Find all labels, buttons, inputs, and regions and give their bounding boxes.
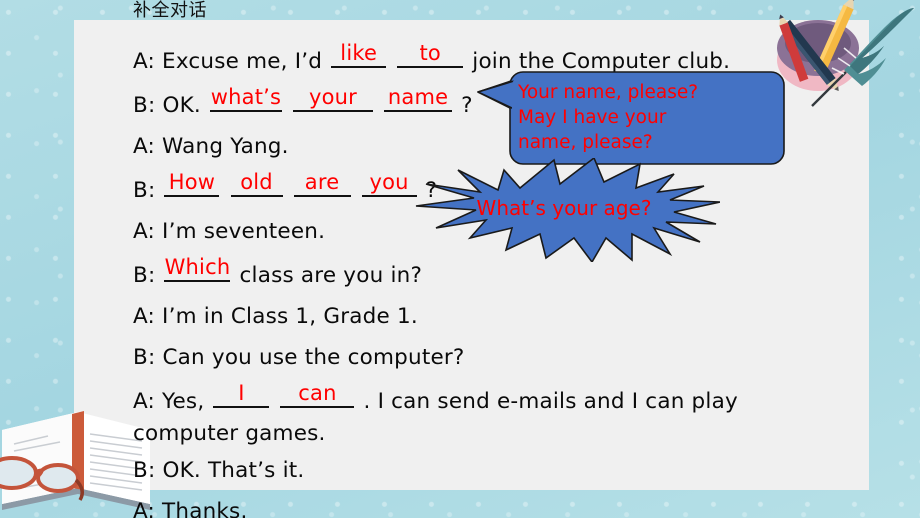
speaker-label: A: — [133, 389, 155, 414]
dialogue-line-7: A: I’m in Class 1, Grade 1. — [133, 296, 833, 337]
dialogue-line-8: B: Can you use the computer? — [133, 337, 833, 378]
callout-text: Your name, please? May I have your name,… — [518, 80, 780, 155]
answer-blank[interactable]: Which — [164, 252, 231, 282]
dialogue-line-10: B: OK. That’s it. — [133, 450, 833, 491]
callout-text: What’s your age? — [476, 196, 652, 220]
line-text-before: Excuse me, I’d — [162, 49, 323, 74]
speaker-label: A: — [133, 134, 155, 159]
answer-blank[interactable]: old — [230, 167, 283, 197]
callout-name-question[interactable]: Your name, please? May I have your name,… — [470, 70, 786, 166]
answer-text: like — [340, 41, 378, 65]
answer-blank[interactable]: are — [293, 167, 351, 197]
speaker-label: A: — [133, 499, 155, 518]
line-text-before: OK. — [162, 93, 201, 118]
answer-text: your — [309, 85, 358, 109]
answer-text: you — [369, 170, 409, 194]
answer-blank[interactable]: to — [397, 38, 464, 68]
page-title: 补全对话 — [133, 0, 207, 21]
speaker-label: B: — [133, 345, 156, 370]
answer-blank[interactable]: name — [384, 82, 453, 112]
answer-blank[interactable]: your — [293, 82, 374, 112]
speaker-label: A: — [133, 304, 155, 329]
answer-text: what’s — [210, 85, 282, 109]
line-text: OK. That’s it. — [162, 458, 305, 483]
line-text: Can you use the computer? — [162, 345, 465, 370]
slide-canvas: 补全对话 A: Excuse me, I’d like to join the … — [0, 0, 920, 518]
answer-text: How — [168, 170, 216, 194]
answer-blank[interactable]: what’s — [209, 82, 282, 112]
speaker-label: B: — [133, 263, 156, 288]
callout-line-1: Your name, please? — [518, 82, 699, 103]
dialogue-line-11: A: Thanks. — [133, 491, 833, 518]
line-text: I’m seventeen. — [162, 219, 326, 244]
callout-age-question[interactable]: What’s your age? — [408, 158, 720, 262]
answer-text: Which — [164, 255, 231, 279]
answer-text: are — [304, 170, 340, 194]
line-text: I’m in Class 1, Grade 1. — [162, 304, 418, 329]
line-text-before: Yes, — [162, 389, 205, 414]
answer-text: old — [240, 170, 273, 194]
speaker-label: A: — [133, 49, 155, 74]
speaker-label: B: — [133, 93, 156, 118]
callout-line-2: May I have your — [518, 107, 667, 128]
speaker-label: A: — [133, 219, 155, 244]
answer-blank[interactable]: I — [213, 378, 270, 408]
dialogue-line-9: A: Yes, I can . I can send e-mails and I… — [133, 378, 833, 450]
answer-text: I — [238, 381, 245, 405]
callout-line-3: name, please? — [518, 132, 653, 153]
answer-blank[interactable]: can — [280, 378, 355, 408]
answer-blank[interactable]: like — [331, 38, 387, 68]
answer-text: name — [387, 85, 449, 109]
answer-text: can — [298, 381, 337, 405]
line-text: Thanks. — [162, 499, 248, 518]
answer-blank[interactable]: How — [164, 167, 220, 197]
speaker-label: B: — [133, 458, 156, 483]
answer-text: to — [419, 41, 441, 65]
speaker-label: B: — [133, 178, 156, 203]
line-text-after: class are you in? — [239, 263, 423, 288]
line-text: Wang Yang. — [162, 134, 289, 159]
